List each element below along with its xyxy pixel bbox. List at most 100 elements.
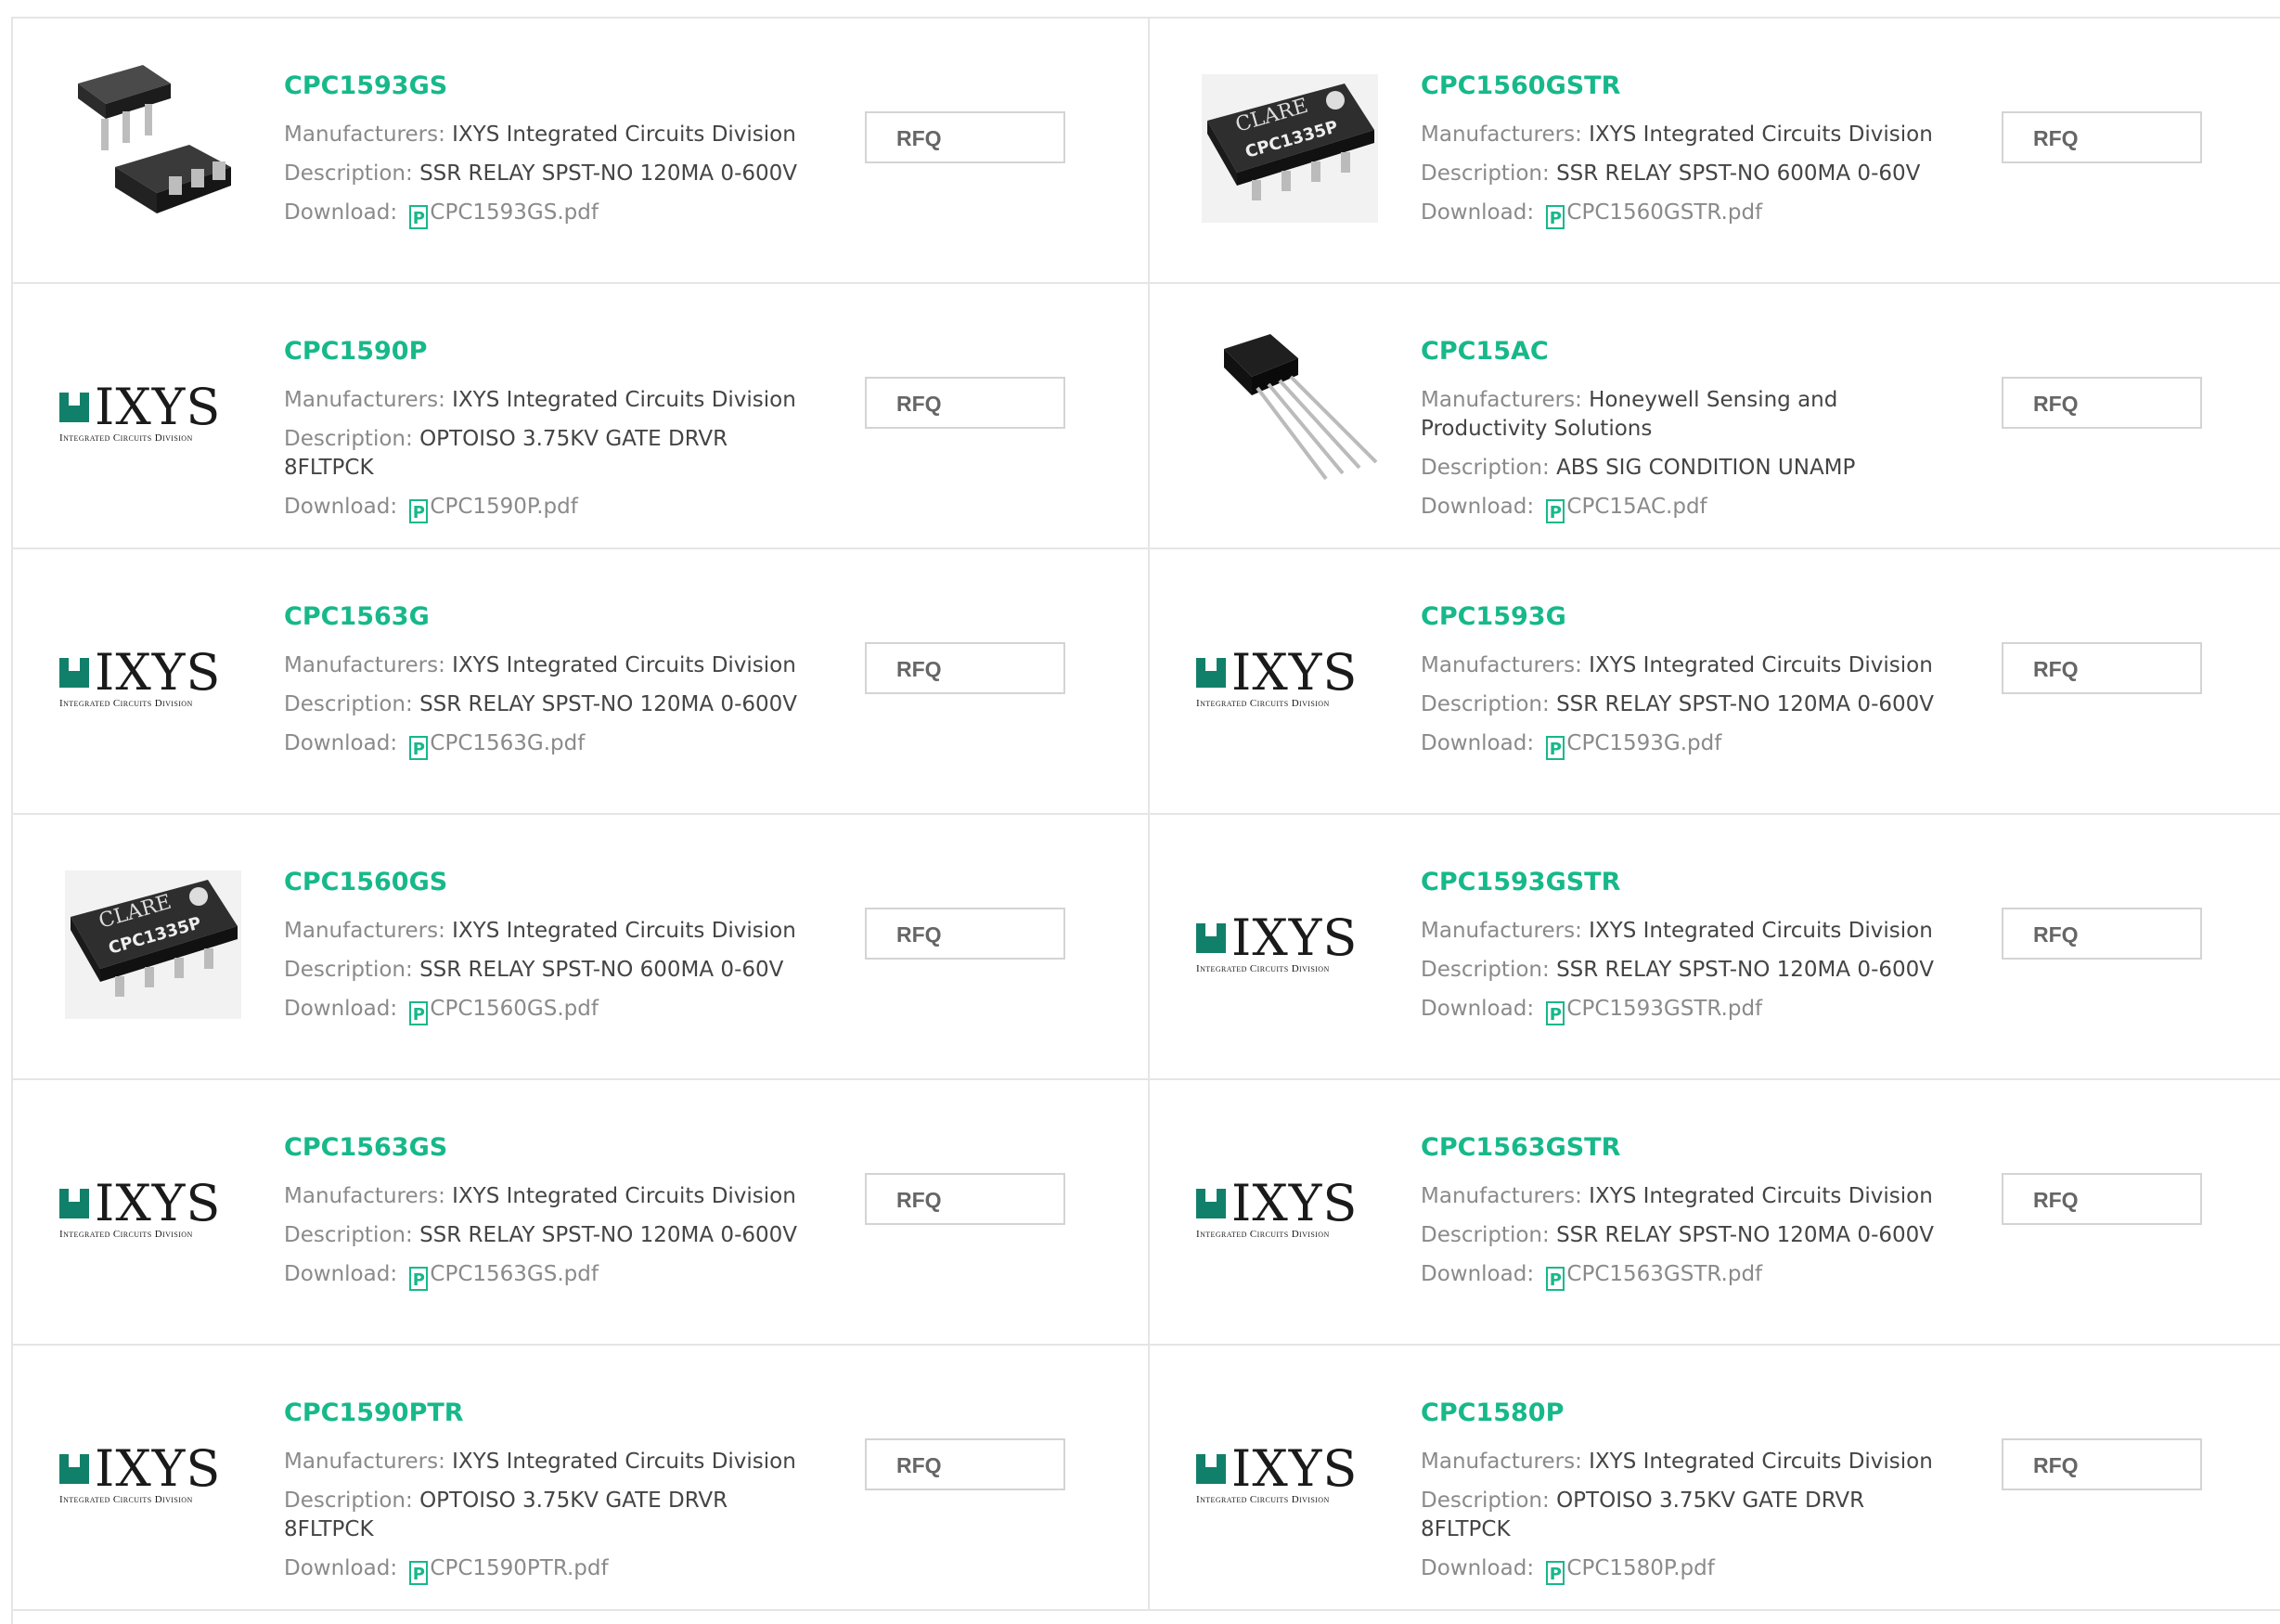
product-image[interactable]: IXYS Integrated Circuits Division — [1196, 586, 1382, 772]
ixys-logo-word: IXYS — [1231, 909, 1359, 967]
download-row: Download: P CPC1563G.pdf — [284, 729, 804, 760]
product-card: IXYS Integrated Circuits Division CPC1590… — [13, 1346, 1150, 1611]
datasheet-link[interactable]: CPC1580P.pdf — [1566, 1556, 1714, 1580]
pdf-icon[interactable]: P — [1546, 736, 1565, 760]
manufacturer-row: Manufacturers: IXYS Integrated Circuits … — [1421, 1448, 1940, 1476]
rfq-button[interactable]: RFQ — [865, 1173, 1065, 1225]
part-number-link[interactable]: CPC15AC — [1421, 338, 1940, 366]
download-label: Download: — [1421, 495, 1541, 519]
manufacturer-value: IXYS Integrated Circuits Division — [1589, 653, 1933, 677]
rfq-button[interactable]: RFQ — [2002, 1438, 2202, 1490]
rfq-button[interactable]: RFQ — [865, 377, 1065, 429]
pdf-icon[interactable]: P — [1546, 499, 1565, 523]
datasheet-link[interactable]: CPC1590PTR.pdf — [430, 1556, 608, 1580]
product-image[interactable]: CLARE CPC1335P — [1196, 56, 1382, 241]
product-image[interactable] — [1196, 321, 1382, 507]
manufacturer-row: Manufacturers: IXYS Integrated Circuits … — [284, 1182, 804, 1211]
ixys-logo-word: IXYS — [1231, 1174, 1359, 1232]
rfq-button[interactable]: RFQ — [2002, 111, 2202, 163]
product-card: IXYS Integrated Circuits Division CPC1563… — [13, 1080, 1150, 1346]
manufacturer-value: IXYS Integrated Circuits Division — [452, 1184, 796, 1208]
description-value: ABS SIG CONDITION UNAMP — [1556, 456, 1856, 480]
rfq-button[interactable]: RFQ — [2002, 642, 2202, 694]
rfq-button[interactable]: RFQ — [2002, 1173, 2202, 1225]
product-card: IXYS Integrated Circuits Division CPC1590… — [13, 284, 1150, 549]
manufacturer-label: Manufacturers: — [284, 1184, 453, 1208]
rfq-button[interactable]: RFQ — [2002, 908, 2202, 960]
download-label: Download: — [284, 997, 405, 1021]
pdf-icon[interactable]: P — [409, 1001, 429, 1025]
description-label: Description: — [284, 958, 420, 982]
manufacturer-value: IXYS Integrated Circuits Division — [1589, 1184, 1933, 1208]
product-image[interactable]: IXYS Integrated Circuits Division — [1196, 1383, 1382, 1568]
pdf-icon[interactable]: P — [409, 736, 429, 760]
product-image[interactable]: CLARE CPC1335P — [59, 852, 245, 1038]
rfq-button[interactable]: RFQ — [865, 1438, 1065, 1490]
ixys-logo-icon: IXYS Integrated Circuits Division — [1196, 648, 1382, 709]
datasheet-link[interactable]: CPC1593G.pdf — [1566, 731, 1721, 755]
part-number-link[interactable]: CPC1560GSTR — [1421, 72, 1940, 100]
pdf-icon[interactable]: P — [1546, 205, 1565, 229]
datasheet-link[interactable]: CPC1563GS.pdf — [430, 1262, 599, 1286]
pdf-icon[interactable]: P — [1546, 1561, 1565, 1585]
pdf-icon[interactable]: P — [409, 1267, 429, 1291]
description-row: Description: OPTOISO 3.75KV GATE DRVR 8F… — [284, 425, 804, 483]
datasheet-link[interactable]: CPC1593GSTR.pdf — [1566, 997, 1762, 1021]
product-image[interactable]: IXYS Integrated Circuits Division — [59, 1383, 245, 1568]
ixys-logo-icon: IXYS Integrated Circuits Division — [1196, 1174, 1382, 1240]
part-number-link[interactable]: CPC1593G — [1421, 603, 1940, 631]
rfq-button[interactable]: RFQ — [865, 642, 1065, 694]
download-row: Download: P CPC1563GS.pdf — [284, 1260, 804, 1291]
product-image[interactable]: IXYS Integrated Circuits Division — [59, 586, 245, 772]
pdf-icon[interactable]: P — [409, 1561, 429, 1585]
part-number-link[interactable]: CPC1580P — [1421, 1399, 1940, 1427]
part-number-link[interactable]: CPC1563G — [284, 603, 804, 631]
rfq-button[interactable]: RFQ — [865, 111, 1065, 163]
description-label: Description: — [284, 1223, 420, 1247]
rfq-button[interactable]: RFQ — [2002, 377, 2202, 429]
description-value: SSR RELAY SPST-NO 120MA 0-600V — [1556, 958, 1934, 982]
product-image[interactable]: IXYS Integrated Circuits Division — [1196, 1117, 1382, 1303]
description-row: Description: SSR RELAY SPST-NO 120MA 0-6… — [1421, 690, 1940, 719]
part-number-link[interactable]: CPC1593GSTR — [1421, 869, 1940, 896]
pdf-icon[interactable]: P — [409, 499, 429, 523]
datasheet-link[interactable]: CPC1560GSTR.pdf — [1566, 200, 1762, 225]
manufacturer-row: Manufacturers: IXYS Integrated Circuits … — [284, 121, 804, 149]
pdf-icon[interactable]: P — [1546, 1267, 1565, 1291]
manufacturer-label: Manufacturers: — [1421, 653, 1590, 677]
ixys-logo-word: IXYS — [1231, 1439, 1359, 1498]
part-number-link[interactable]: CPC1590P — [284, 338, 804, 366]
description-row: Description: OPTOISO 3.75KV GATE DRVR 8F… — [1421, 1487, 1940, 1544]
product-grid: CPC1593GS Manufacturers: IXYS Integrated… — [11, 17, 2280, 1624]
part-number-link[interactable]: CPC1593GS — [284, 72, 804, 100]
description-value: SSR RELAY SPST-NO 600MA 0-60V — [419, 958, 784, 982]
product-image[interactable]: IXYS Integrated Circuits Division — [59, 321, 245, 507]
description-value: SSR RELAY SPST-NO 600MA 0-60V — [1556, 161, 1921, 186]
part-number-link[interactable]: CPC1590PTR — [284, 1399, 804, 1427]
pdf-icon[interactable]: P — [409, 205, 429, 229]
datasheet-link[interactable]: CPC1593GS.pdf — [430, 200, 599, 225]
datasheet-link[interactable]: CPC15AC.pdf — [1566, 495, 1707, 519]
datasheet-link[interactable]: CPC1563GSTR.pdf — [1566, 1262, 1762, 1286]
download-label: Download: — [284, 200, 405, 225]
datasheet-link[interactable]: CPC1560GS.pdf — [430, 997, 599, 1021]
product-info: CPC1560GSTR Manufacturers: IXYS Integrat… — [1421, 72, 1940, 239]
product-card: IXYS Integrated Circuits Division CPC1563… — [13, 549, 1150, 815]
description-label: Description: — [1421, 692, 1557, 716]
part-number-link[interactable]: CPC1560GS — [284, 869, 804, 896]
download-label: Download: — [1421, 200, 1541, 225]
rfq-button[interactable]: RFQ — [865, 908, 1065, 960]
download-row: Download: P CPC1593GS.pdf — [284, 199, 804, 229]
product-image[interactable] — [59, 56, 245, 241]
manufacturer-value: IXYS Integrated Circuits Division — [452, 122, 796, 147]
ixys-logo-icon: IXYS Integrated Circuits Division — [59, 1444, 245, 1505]
product-info: CPC1563G Manufacturers: IXYS Integrated … — [284, 603, 804, 770]
datasheet-link[interactable]: CPC1590P.pdf — [430, 495, 577, 519]
product-image[interactable]: IXYS Integrated Circuits Division — [1196, 852, 1382, 1038]
part-number-link[interactable]: CPC1563GS — [284, 1134, 804, 1162]
datasheet-link[interactable]: CPC1563G.pdf — [430, 731, 585, 755]
part-number-link[interactable]: CPC1563GSTR — [1421, 1134, 1940, 1162]
sensor-icon — [1224, 334, 1378, 481]
pdf-icon[interactable]: P — [1546, 1001, 1565, 1025]
product-image[interactable]: IXYS Integrated Circuits Division — [59, 1117, 245, 1303]
